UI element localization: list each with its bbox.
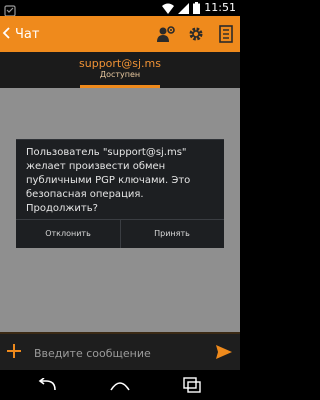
wifi-icon [162,0,175,18]
message-input[interactable] [34,344,194,362]
android-debug-icon [4,2,16,17]
chevron-left-icon [2,25,12,44]
send-icon[interactable] [214,342,234,362]
back-button[interactable]: Чат [2,16,39,52]
decline-button[interactable]: Отклонить [16,220,120,248]
user-settings-icon[interactable] [156,24,176,44]
plus-icon[interactable] [4,341,24,361]
page-title: Чат [15,26,40,42]
contact-header[interactable]: support@sj.ms Доступен [0,52,240,88]
dialog-message: Пользователь "support@sj.ms" желает прои… [26,147,191,214]
status-time: 11:51 [204,1,236,14]
app-bar: Чат [0,16,240,52]
battery-icon [193,0,201,18]
signal-icon [178,0,190,18]
recents-icon[interactable] [180,375,204,395]
accept-button[interactable]: Принять [120,220,224,248]
contact-name: support@sj.ms [79,57,161,70]
message-composer [0,332,240,372]
status-bar: 11:51 [0,0,240,18]
back-icon[interactable] [36,375,60,395]
pgp-exchange-dialog: Пользователь "support@sj.ms" желает прои… [16,139,224,248]
document-icon[interactable] [216,24,236,44]
contact-status: Доступен [99,70,141,79]
gear-icon[interactable] [186,24,206,44]
home-icon[interactable] [108,375,132,395]
navigation-bar [0,370,240,400]
